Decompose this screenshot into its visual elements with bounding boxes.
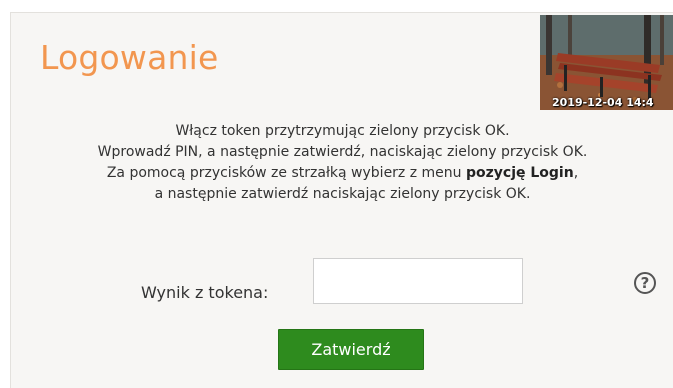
token-result-input[interactable] — [313, 258, 523, 304]
instruction-line-2: Wprowadź PIN, a następnie zatwierdź, nac… — [97, 144, 588, 160]
token-field-label: Wynik z tokena: — [141, 283, 269, 302]
submit-button[interactable]: Zatwierdź — [278, 329, 424, 370]
instruction-line-3-text: Za pomocą przycisków ze strzałką wybierz… — [106, 165, 466, 181]
security-image: 2019-12-04 14:4 — [540, 15, 673, 110]
login-panel: Logowanie 2019-12-04 14:4 Włącz token pr… — [10, 12, 673, 388]
photo-timestamp: 2019-12-04 14:4 — [552, 96, 654, 109]
instruction-line-3-end: , — [573, 165, 579, 181]
token-instructions: Włącz token przytrzymując zielony przyci… — [11, 121, 673, 205]
instruction-line-3-bold: pozycję Login — [465, 165, 574, 181]
page-title: Logowanie — [40, 38, 219, 77]
instruction-line-4: a następnie zatwierdź naciskając zielony… — [154, 186, 531, 202]
help-icon[interactable]: ? — [634, 272, 656, 294]
instruction-line-1: Włącz token przytrzymując zielony przyci… — [175, 123, 510, 139]
instruction-line-3: Za pomocą przycisków ze strzałką wybierz… — [11, 163, 673, 184]
